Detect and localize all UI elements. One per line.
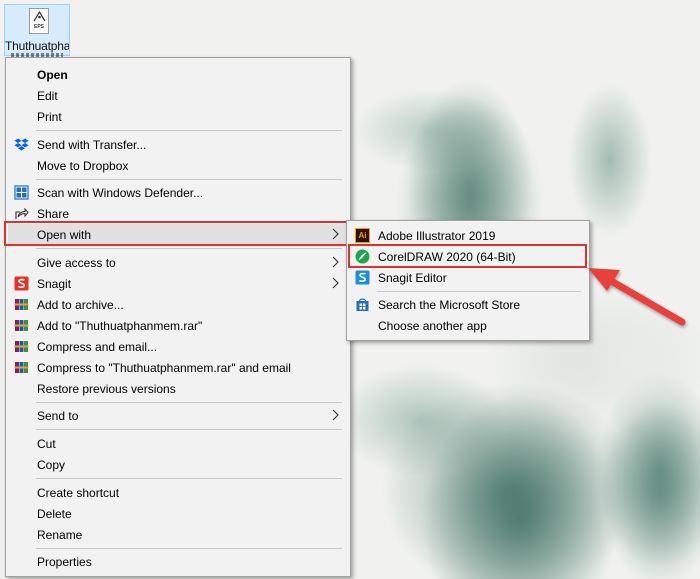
dropbox-icon [14, 138, 29, 151]
winrar-icon [14, 362, 29, 373]
menu-item-compress-and-email[interactable]: Compress and email... [8, 336, 348, 357]
menu-separator [36, 429, 342, 430]
submenu-item-snagit-editor[interactable]: Snagit Editor [349, 267, 587, 288]
menu-item-compress-rar-and-email[interactable]: Compress to "Thuthuatphanmem.rar" and em… [8, 357, 348, 378]
snagit-editor-icon [355, 270, 370, 285]
chevron-right-icon [332, 277, 339, 289]
submenu-item-microsoft-store[interactable]: Search the Microsoft Store [349, 294, 587, 315]
menu-separator [36, 478, 342, 479]
windows-defender-icon [14, 185, 29, 200]
menu-separator [36, 548, 342, 549]
share-icon [15, 207, 29, 219]
eps-file-icon: EPS [29, 8, 49, 34]
submenu-item-adobe-illustrator[interactable]: Ai Adobe Illustrator 2019 [349, 225, 587, 246]
menu-item-delete[interactable]: Delete [8, 503, 348, 524]
coreldraw-highlight-box [348, 244, 587, 268]
submenu-separator [377, 291, 581, 292]
adobe-illustrator-icon: Ai [355, 228, 370, 243]
menu-item-scan-defender[interactable]: Scan with Windows Defender... [8, 182, 348, 203]
open-with-highlight-box [4, 221, 350, 246]
winrar-icon [14, 341, 29, 352]
menu-item-rename[interactable]: Rename [8, 524, 348, 545]
file-type-label: EPS [33, 24, 44, 30]
menu-item-open[interactable]: Open [8, 64, 348, 85]
winrar-icon [14, 299, 29, 310]
open-with-submenu: Ai Adobe Illustrator 2019 CorelDRAW 2020… [346, 220, 590, 341]
menu-separator [36, 179, 342, 180]
menu-item-add-to-archive[interactable]: Add to archive... [8, 294, 348, 315]
desktop-file-icon[interactable]: EPS Thuthuatpha [4, 4, 70, 57]
chevron-right-icon [332, 409, 339, 421]
submenu-item-choose-another-app[interactable]: Choose another app [349, 315, 587, 336]
menu-item-send-to[interactable]: Send to [8, 405, 348, 426]
menu-item-give-access-to[interactable]: Give access to [8, 252, 348, 273]
menu-item-move-to-dropbox[interactable]: Move to Dropbox [8, 155, 348, 176]
menu-separator [36, 402, 342, 403]
menu-separator [36, 130, 342, 131]
menu-separator [36, 248, 342, 249]
menu-item-snagit[interactable]: Snagit [8, 273, 348, 294]
context-menu: Open Edit Print Send with Transfer... Mo… [5, 57, 351, 577]
menu-item-copy[interactable]: Copy [8, 454, 348, 475]
menu-item-print[interactable]: Print [8, 106, 348, 127]
menu-item-edit[interactable]: Edit [8, 85, 348, 106]
winrar-icon [14, 320, 29, 331]
microsoft-store-icon [356, 298, 369, 311]
menu-item-properties[interactable]: Properties [8, 551, 348, 572]
snagit-icon [14, 276, 29, 291]
menu-item-cut[interactable]: Cut [8, 433, 348, 454]
menu-item-create-shortcut[interactable]: Create shortcut [8, 482, 348, 503]
file-name-label: Thuthuatpha [5, 39, 69, 53]
menu-item-restore-previous-versions[interactable]: Restore previous versions [8, 378, 348, 399]
menu-item-add-to-rar[interactable]: Add to "Thuthuatphanmem.rar" [8, 315, 348, 336]
menu-item-send-with-transfer[interactable]: Send with Transfer... [8, 134, 348, 155]
chevron-right-icon [332, 256, 339, 268]
annotation-arrow-icon [588, 268, 686, 326]
